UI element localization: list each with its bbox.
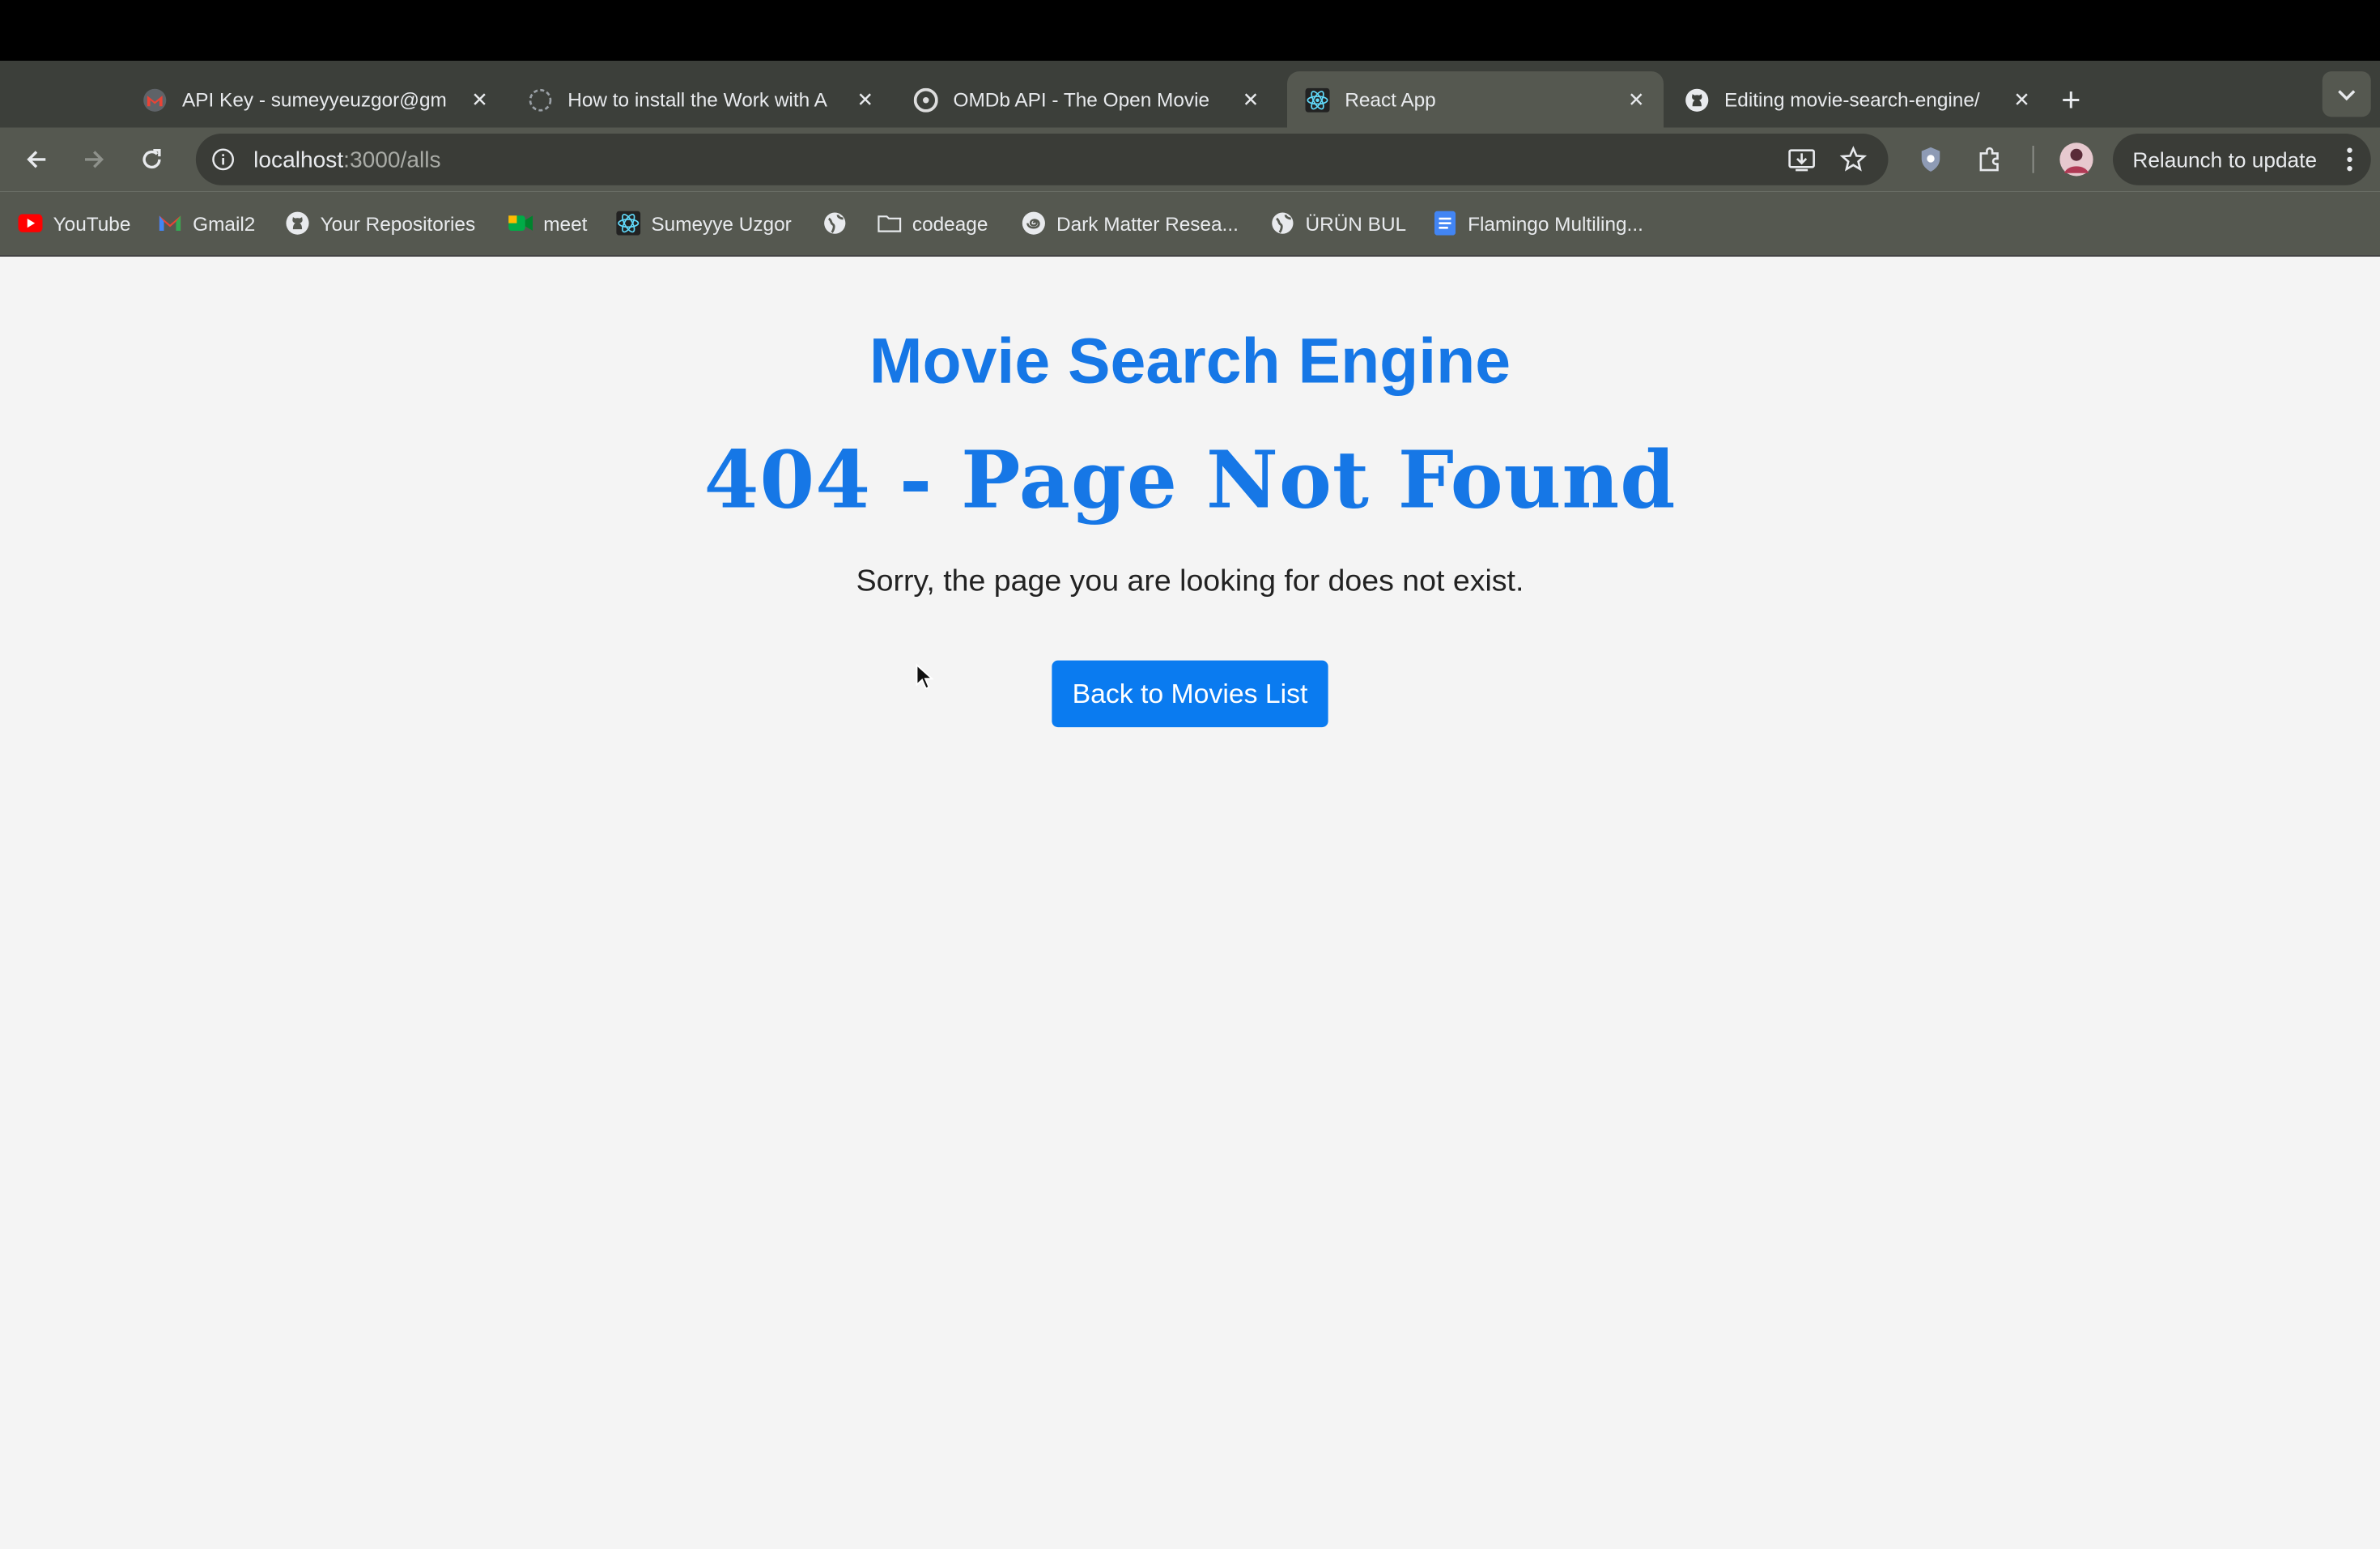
docs-icon xyxy=(1433,211,1457,236)
toolbar-divider xyxy=(2032,146,2034,173)
bookmark-youtube[interactable]: YouTube xyxy=(18,210,131,237)
close-icon[interactable]: ✕ xyxy=(1239,87,1263,112)
spiral-icon xyxy=(1022,211,1046,236)
globe-icon xyxy=(1270,211,1294,236)
bookmark-globe[interactable] xyxy=(822,210,857,237)
bookmark-sumeyye-uzgor[interactable]: Sumeyye Uzgor xyxy=(616,210,792,237)
not-found-title: 404 - Page Not Found xyxy=(703,434,1677,527)
folder-icon xyxy=(878,211,902,236)
bookmark-label: ÜRÜN BUL xyxy=(1305,211,1407,235)
tab-omdb[interactable]: OMDb API - The Open Movie ✕ xyxy=(895,71,1278,127)
app-title: Movie Search Engine xyxy=(869,325,1511,397)
bookmark-gmail2[interactable]: Gmail2 xyxy=(158,210,255,237)
bookmark-star-icon[interactable] xyxy=(1839,146,1868,173)
more-vert-icon[interactable] xyxy=(2347,146,2353,177)
bookmark-codeage[interactable]: codeage xyxy=(878,210,988,237)
omdb-icon xyxy=(913,87,938,112)
close-icon[interactable]: ✕ xyxy=(468,87,492,112)
gmail-icon xyxy=(142,87,167,112)
not-found-message: Sorry, the page you are looking for does… xyxy=(856,564,1524,598)
browser-toolbar: localhost:3000/alls Relaunch to update xyxy=(0,127,2380,192)
bookmark-label: Your Repositories xyxy=(320,211,476,235)
meet-icon xyxy=(508,211,533,236)
tab-api-key[interactable]: API Key - sumeyyeuzgor@gm ✕ xyxy=(125,71,508,127)
url-text[interactable]: localhost:3000/alls xyxy=(253,147,440,172)
shield-extension-icon[interactable] xyxy=(1915,144,1946,175)
new-tab-button[interactable]: + xyxy=(2061,71,2104,127)
site-info-icon[interactable] xyxy=(211,147,236,172)
url-path: :3000/alls xyxy=(343,146,441,172)
os-menu-bar xyxy=(0,0,2380,61)
bookmark-flamingo[interactable]: Flamingo Multiling... xyxy=(1433,210,1643,237)
url-host: localhost xyxy=(253,146,344,172)
profile-avatar[interactable] xyxy=(2059,141,2095,177)
tab-title: React App xyxy=(1345,87,1436,111)
bookmark-label: codeage xyxy=(912,211,988,235)
close-icon[interactable]: ✕ xyxy=(2010,87,2034,112)
tab-title: OMDb API - The Open Movie xyxy=(953,87,1210,111)
github-icon xyxy=(286,211,310,236)
relaunch-label: Relaunch to update xyxy=(2132,147,2318,172)
tab-editing-github[interactable]: Editing movie-search-engine/ ✕ xyxy=(1667,71,2050,127)
bookmark-label: Dark Matter Resea... xyxy=(1056,211,1239,235)
bookmarks-bar: YouTube Gmail2 Your Repositories meet Su… xyxy=(0,191,2380,257)
back-icon[interactable] xyxy=(21,144,52,175)
github-icon xyxy=(1685,87,1709,112)
mouse-cursor-icon xyxy=(916,663,934,698)
install-app-icon[interactable] xyxy=(1788,146,1816,173)
tab-title: Editing movie-search-engine/ xyxy=(1724,87,1980,111)
close-icon[interactable]: ✕ xyxy=(853,87,878,112)
close-icon[interactable]: ✕ xyxy=(1624,87,1648,112)
bookmark-label: Gmail2 xyxy=(193,211,256,235)
bookmark-label: meet xyxy=(543,211,588,235)
screen: API Key - sumeyyeuzgor@gm ✕ How to insta… xyxy=(0,0,2380,1549)
bookmark-urun-bul[interactable]: ÜRÜN BUL xyxy=(1270,210,1406,237)
bookmark-label: Sumeyye Uzgor xyxy=(651,211,792,235)
bookmark-your-repositories[interactable]: Your Repositories xyxy=(286,210,476,237)
tab-react-app[interactable]: React App ✕ xyxy=(1287,71,1664,128)
page-content: Movie Search Engine 404 - Page Not Found… xyxy=(0,257,2380,1549)
relaunch-update-button[interactable]: Relaunch to update xyxy=(2113,134,2371,185)
address-bar[interactable]: localhost:3000/alls xyxy=(195,134,1889,185)
back-to-movies-button[interactable]: Back to Movies List xyxy=(1052,660,1328,728)
react-icon xyxy=(616,211,641,236)
tab-title: How to install the Work with A xyxy=(567,87,827,111)
plus-icon: + xyxy=(2061,79,2081,118)
extensions-puzzle-icon[interactable] xyxy=(1974,144,2005,175)
react-icon xyxy=(1305,87,1330,112)
gmail-icon xyxy=(158,211,182,236)
bookmark-label: YouTube xyxy=(53,211,131,235)
tab-strip: API Key - sumeyyeuzgor@gm ✕ How to insta… xyxy=(0,61,2380,128)
bookmark-meet[interactable]: meet xyxy=(508,210,587,237)
youtube-icon xyxy=(18,211,43,236)
tab-title: API Key - sumeyyeuzgor@gm xyxy=(182,87,447,111)
tab-how-to-install[interactable]: How to install the Work with A ✕ xyxy=(510,71,893,127)
bookmark-dark-matter[interactable]: Dark Matter Resea... xyxy=(1022,210,1239,237)
forward-icon[interactable] xyxy=(79,144,110,175)
bookmark-label: Flamingo Multiling... xyxy=(1468,211,1643,235)
reload-icon[interactable] xyxy=(137,144,168,175)
chevron-down-icon xyxy=(2338,83,2357,105)
loading-icon xyxy=(529,87,553,112)
tab-search-button[interactable] xyxy=(2322,71,2371,117)
globe-icon xyxy=(822,211,847,236)
